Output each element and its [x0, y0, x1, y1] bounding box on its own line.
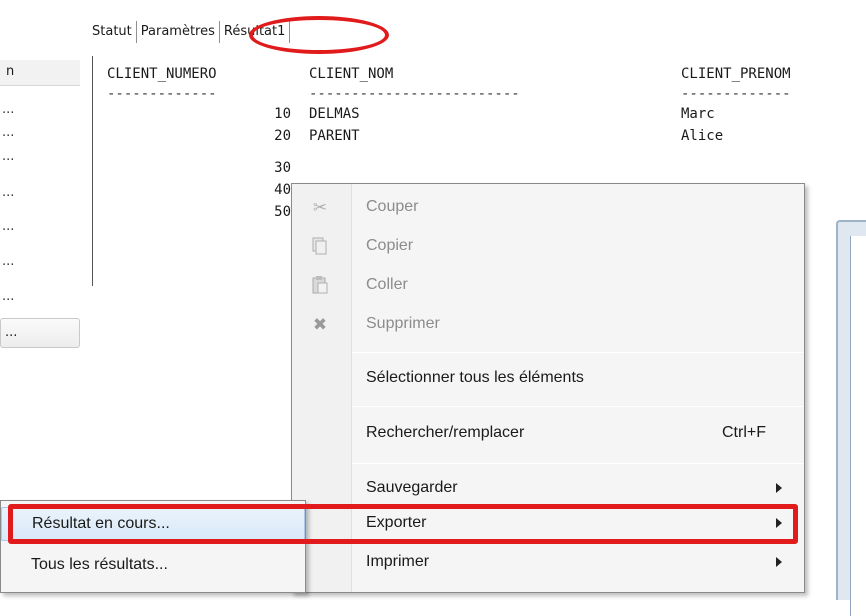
submenu-arrow-icon — [776, 483, 782, 493]
background-dialog-window — [836, 220, 866, 616]
copy-icon — [310, 237, 330, 257]
menu-item-label: Coller — [366, 276, 408, 293]
column-header-client-numero: CLIENT_NUMERO — [107, 66, 217, 82]
menu-item-copier[interactable]: Copier — [292, 229, 804, 267]
left-panel-row[interactable]: ... — [2, 186, 14, 200]
cell-client-prenom: Marc — [681, 106, 715, 122]
cell-client-numero: 40 — [274, 182, 291, 198]
paste-icon — [310, 276, 330, 296]
left-panel-row[interactable]: ... — [2, 150, 14, 164]
left-panel-header-label: n — [6, 64, 15, 79]
menu-separator — [352, 352, 804, 353]
menu-item-label: Supprimer — [366, 315, 440, 332]
left-panel-row[interactable]: ... — [2, 103, 14, 117]
background-dialog-content — [850, 236, 866, 616]
cell-client-numero: 50 — [274, 204, 291, 220]
menu-item-rechercher-remplacer[interactable]: Rechercher/remplacer Ctrl+F — [292, 416, 804, 454]
left-panel-button[interactable]: ... — [0, 318, 80, 348]
scissors-icon: ✂ — [312, 198, 328, 218]
menu-separator — [352, 406, 804, 407]
menu-item-label: Copier — [366, 237, 414, 254]
menu-item-shortcut: Ctrl+F — [722, 424, 766, 441]
menu-item-label: Couper — [366, 198, 419, 215]
menu-item-selectionner-tout[interactable]: Sélectionner tous les éléments — [292, 361, 804, 399]
column-header-client-nom: CLIENT_NOM — [309, 66, 394, 82]
export-highlight-box — [8, 504, 798, 544]
column-separator: ------------- — [107, 86, 217, 102]
menu-separator — [352, 463, 804, 464]
menu-item-label: Imprimer — [366, 553, 430, 570]
column-separator: ------------------------- — [309, 86, 520, 102]
cell-client-numero: 20 — [274, 128, 291, 144]
cell-client-numero: 30 — [274, 160, 291, 176]
menu-item-couper[interactable]: ✂ Couper — [292, 190, 804, 228]
tab-parametres[interactable]: Paramètres — [137, 21, 220, 43]
left-panel: n ... ... ... ... ... ... ... ... — [0, 0, 82, 360]
cell-client-prenom: Alice — [681, 128, 724, 144]
left-panel-row[interactable]: ... — [2, 290, 14, 304]
column-separator: ------------- — [681, 86, 791, 102]
left-panel-button-label: ... — [5, 325, 18, 340]
submenu-arrow-icon — [776, 557, 782, 567]
column-header-client-prenom: CLIENT_PRENOM — [681, 66, 791, 82]
submenu-item-tous-les-resultats[interactable]: Tous les résultats... — [1, 549, 305, 583]
cell-client-nom: PARENT — [309, 128, 360, 144]
cell-client-numero: 10 — [274, 106, 291, 122]
tab-highlight-circle — [249, 16, 389, 54]
menu-item-label: Sauvegarder — [366, 479, 458, 496]
menu-item-coller[interactable]: Coller — [292, 268, 804, 306]
delete-icon: ✖ — [312, 315, 328, 335]
menu-item-supprimer[interactable]: ✖ Supprimer — [292, 307, 804, 345]
left-panel-row[interactable]: ... — [2, 255, 14, 269]
tab-statut[interactable]: Statut — [88, 21, 137, 43]
cell-client-nom: DELMAS — [309, 106, 360, 122]
menu-item-imprimer[interactable]: Imprimer — [292, 545, 804, 583]
submenu-item-label: Tous les résultats... — [31, 556, 168, 573]
left-panel-row[interactable]: ... — [2, 220, 14, 234]
left-panel-row[interactable]: ... — [2, 126, 14, 140]
left-panel-header: n — [0, 60, 80, 86]
menu-item-label: Rechercher/remplacer — [366, 424, 525, 441]
menu-item-label: Sélectionner tous les éléments — [366, 369, 584, 386]
